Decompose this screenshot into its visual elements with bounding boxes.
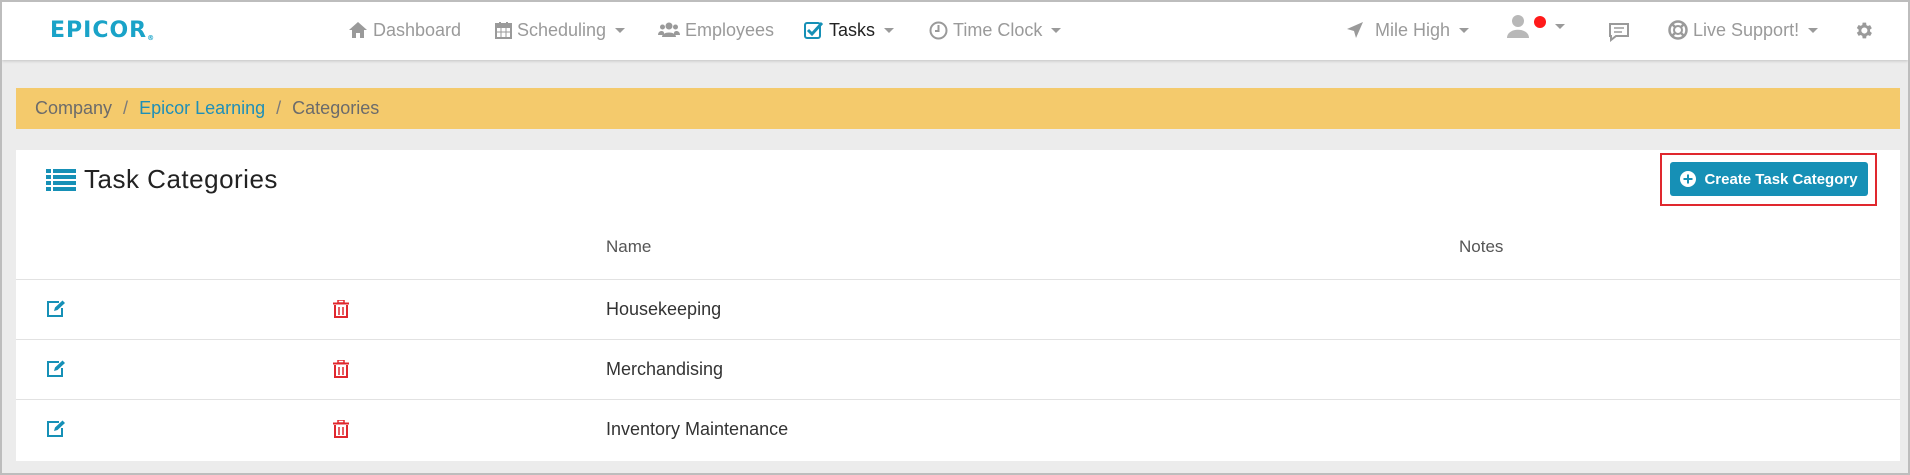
notification-dot [1534, 16, 1546, 28]
column-header-name[interactable]: Name [606, 237, 651, 257]
nav-employees[interactable]: Employees [658, 18, 774, 42]
create-task-category-label: Create Task Category [1704, 170, 1858, 188]
messages-button[interactable] [1608, 20, 1630, 44]
category-name: Inventory Maintenance [606, 419, 789, 439]
category-name: Housekeeping [606, 299, 722, 319]
chevron-down-icon [615, 27, 626, 33]
trash-icon[interactable] [333, 299, 349, 323]
chevron-down-icon [1051, 27, 1062, 33]
plus-circle-icon [1680, 171, 1697, 187]
avatar-icon [1507, 15, 1529, 38]
breadcrumb: Company / Epicor Learning / Categories [16, 88, 1900, 129]
epicor-logo[interactable]: EPICOR® [50, 20, 155, 42]
nav-tasks[interactable]: Tasks [804, 18, 895, 42]
breadcrumb-current: Categories [292, 98, 380, 118]
nav-dashboard[interactable]: Dashboard [348, 18, 461, 42]
chat-icon [1609, 23, 1629, 42]
edit-icon[interactable] [46, 300, 66, 323]
nav-employees-label: Employees [685, 19, 775, 40]
table-row: Housekeeping [16, 279, 1900, 339]
app-frame: EPICOR® Dashboard Scheduling Employees T… [0, 0, 1910, 475]
create-task-category-button[interactable]: Create Task Category [1670, 162, 1868, 196]
user-menu[interactable] [1505, 14, 1565, 38]
list-icon [46, 168, 76, 191]
life-ring-icon [1668, 20, 1688, 40]
breadcrumb-separator: / [123, 98, 129, 118]
page-title-text: Task Categories [84, 164, 278, 194]
chevron-down-icon [884, 27, 895, 33]
gear-icon [1856, 22, 1872, 38]
page-title: Task Categories [46, 164, 278, 195]
edit-icon[interactable] [46, 360, 66, 383]
checkbox-icon [804, 21, 824, 39]
trash-icon[interactable] [333, 359, 349, 383]
live-support-label: Live Support! [1693, 19, 1800, 40]
chevron-down-icon [1555, 23, 1565, 29]
table-row: Inventory Maintenance [16, 399, 1900, 459]
chevron-down-icon [1459, 27, 1470, 33]
location-label: Mile High [1375, 19, 1451, 40]
clock-icon [929, 21, 948, 39]
location-selector[interactable]: Mile High [1346, 18, 1470, 42]
users-icon [658, 22, 680, 37]
edit-icon[interactable] [46, 420, 66, 443]
task-categories-panel: Task Categories Create Task Category Nam… [16, 150, 1900, 461]
settings-button[interactable] [1853, 18, 1874, 42]
home-icon [349, 22, 367, 38]
nav-tasks-label: Tasks [829, 19, 876, 40]
nav-time-clock-label: Time Clock [953, 19, 1043, 40]
table-row: Merchandising [16, 339, 1900, 399]
breadcrumb-separator: / [276, 98, 282, 118]
live-support-menu[interactable]: Live Support! [1668, 18, 1819, 42]
nav-scheduling-label: Scheduling [517, 19, 607, 40]
nav-scheduling[interactable]: Scheduling [495, 18, 626, 42]
column-header-notes[interactable]: Notes [1459, 237, 1503, 257]
nav-time-clock[interactable]: Time Clock [929, 18, 1062, 42]
calendar-icon [495, 22, 512, 39]
chevron-down-icon [1808, 27, 1819, 33]
breadcrumb-link-epicor-learning[interactable]: Epicor Learning [139, 98, 265, 119]
trash-icon[interactable] [333, 419, 349, 443]
nav-dashboard-label: Dashboard [373, 19, 462, 40]
category-name: Merchandising [606, 359, 724, 379]
location-arrow-icon [1347, 22, 1363, 38]
top-navbar: EPICOR® Dashboard Scheduling Employees T… [2, 2, 1908, 60]
breadcrumb-root: Company [35, 98, 113, 118]
